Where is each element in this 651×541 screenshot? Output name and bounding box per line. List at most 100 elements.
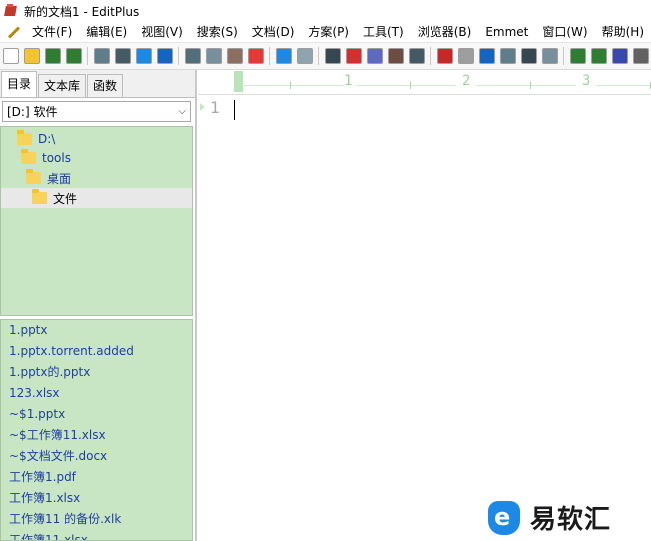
menu-tools[interactable]: 工具(T) [356, 22, 411, 42]
print-preview-icon [93, 48, 110, 64]
copy-button[interactable] [203, 45, 224, 67]
find-in-files-button[interactable] [364, 45, 385, 67]
find-in-files-icon [366, 48, 383, 64]
font-button[interactable] [434, 45, 455, 67]
ruler-label: 1 [344, 73, 353, 89]
ruler-tick [410, 82, 411, 89]
ruler-dash [244, 85, 344, 86]
cut-button[interactable] [182, 45, 203, 67]
list-item[interactable]: 工作簿1.xlsx [1, 488, 192, 509]
delete-button[interactable] [245, 45, 266, 67]
tab-directory[interactable]: 目录 [1, 71, 38, 97]
tree-item-files[interactable]: 文件 [1, 188, 192, 208]
word-wrap-button[interactable] [476, 45, 497, 67]
column-ruler: 1 2 3 [198, 70, 651, 95]
replace-icon [345, 48, 362, 64]
folder-open-icon [26, 169, 41, 184]
tab-functions[interactable]: 函数 [87, 74, 124, 97]
line-number-icon [520, 48, 537, 64]
pane-tabs: 目录 文本库 函数 [0, 70, 195, 98]
new-file-icon [2, 48, 19, 64]
tree-item-desktop[interactable]: 桌面 [26, 168, 71, 188]
toolbar-separator [318, 47, 320, 65]
list-item[interactable]: 工作簿1.pdf [1, 467, 192, 488]
menu-window[interactable]: 窗口(W) [535, 22, 594, 42]
tree-item-tools[interactable]: tools [21, 148, 71, 168]
ruler-cursor-marker [234, 71, 243, 92]
indent-button[interactable] [406, 45, 427, 67]
undo-button[interactable] [273, 45, 294, 67]
menu-browser[interactable]: 浏览器(B) [411, 22, 479, 42]
folder-open-icon [21, 149, 36, 164]
settings-icon [541, 48, 558, 64]
paste-button[interactable] [224, 45, 245, 67]
paste-icon [226, 48, 243, 64]
open-folder-button[interactable] [21, 45, 42, 67]
settings-button[interactable] [539, 45, 560, 67]
chevron-down-icon: ⌵ [178, 106, 186, 117]
menu-help[interactable]: 帮助(H) [595, 22, 651, 42]
print-preview-button[interactable] [91, 45, 112, 67]
file-list: 1.pptx 1.pptx.torrent.added 1.pptx的.pptx… [0, 319, 193, 541]
tree-item-drive[interactable]: D:\ [17, 129, 55, 149]
menu-search[interactable]: 搜索(S) [190, 22, 245, 42]
fold-arrow-icon [200, 103, 205, 111]
browser-preview-button[interactable] [154, 45, 175, 67]
save-all-button[interactable] [63, 45, 84, 67]
menu-project[interactable]: 方案(P) [301, 22, 356, 42]
find-button[interactable] [322, 45, 343, 67]
toolbar [0, 43, 651, 70]
list-item[interactable]: ~$1.pptx [1, 404, 192, 425]
menu-file[interactable]: 文件(F) [25, 22, 79, 42]
menu-view[interactable]: 视图(V) [134, 22, 190, 42]
cliptext-window-button[interactable] [588, 45, 609, 67]
ruler-dash [476, 85, 576, 86]
tree-item-label: 文件 [53, 191, 78, 206]
tree-item-label: tools [42, 151, 71, 165]
toolbar-separator [87, 47, 89, 65]
menu-edit[interactable]: 编辑(E) [79, 22, 134, 42]
list-item[interactable]: 工作簿11 的备份.xlk [1, 509, 192, 530]
list-item[interactable]: 1.pptx.torrent.added [1, 341, 192, 362]
line-number-button[interactable] [518, 45, 539, 67]
heading-button[interactable] [455, 45, 476, 67]
list-item[interactable]: 工作簿11.xlsx [1, 530, 192, 540]
spellcheck-button[interactable] [133, 45, 154, 67]
watermark-logo-icon [486, 497, 522, 537]
save-button[interactable] [42, 45, 63, 67]
menu-emmet[interactable]: Emmet [478, 22, 535, 42]
drive-select[interactable]: [D:] 软件 ⌵ [2, 101, 191, 122]
list-item[interactable]: ~$工作簿11.xlsx [1, 425, 192, 446]
list-item[interactable]: 123.xlsx [1, 383, 192, 404]
directory-window-icon [569, 48, 586, 64]
editor-area[interactable]: 1 2 3 1 [198, 70, 651, 541]
ruler-label: 2 [462, 73, 471, 89]
line-number-gutter: 1 [198, 96, 232, 541]
cut-icon [184, 48, 201, 64]
goto-line-button[interactable] [385, 45, 406, 67]
list-item[interactable]: ~$文档文件.docx [1, 446, 192, 467]
redo-icon [296, 48, 313, 64]
menu-document[interactable]: 文档(D) [245, 22, 302, 42]
redo-button[interactable] [294, 45, 315, 67]
ruler-button[interactable] [497, 45, 518, 67]
tab-cliptext[interactable]: 文本库 [38, 74, 87, 97]
undo-icon [275, 48, 292, 64]
fullscreen-button[interactable] [630, 45, 651, 67]
list-item[interactable]: 1.pptx [1, 320, 192, 341]
toolbar-separator [178, 47, 180, 65]
folder-tree: D:\ tools 桌面 文件 [0, 126, 193, 316]
print-button[interactable] [112, 45, 133, 67]
save-icon [44, 48, 61, 64]
heading-icon [457, 48, 474, 64]
directory-pane: 目录 文本库 函数 [D:] 软件 ⌵ D:\ tools 桌面 文件 1.pp… [0, 70, 197, 541]
watermark-text: 易软汇 [530, 504, 612, 535]
list-item[interactable]: 1.pptx的.pptx [1, 362, 192, 383]
browser-preview-icon [156, 48, 173, 64]
print-icon [114, 48, 131, 64]
new-file-button[interactable] [0, 45, 21, 67]
output-window-button[interactable] [609, 45, 630, 67]
ruler-label: 3 [582, 73, 591, 89]
replace-button[interactable] [343, 45, 364, 67]
directory-window-button[interactable] [567, 45, 588, 67]
